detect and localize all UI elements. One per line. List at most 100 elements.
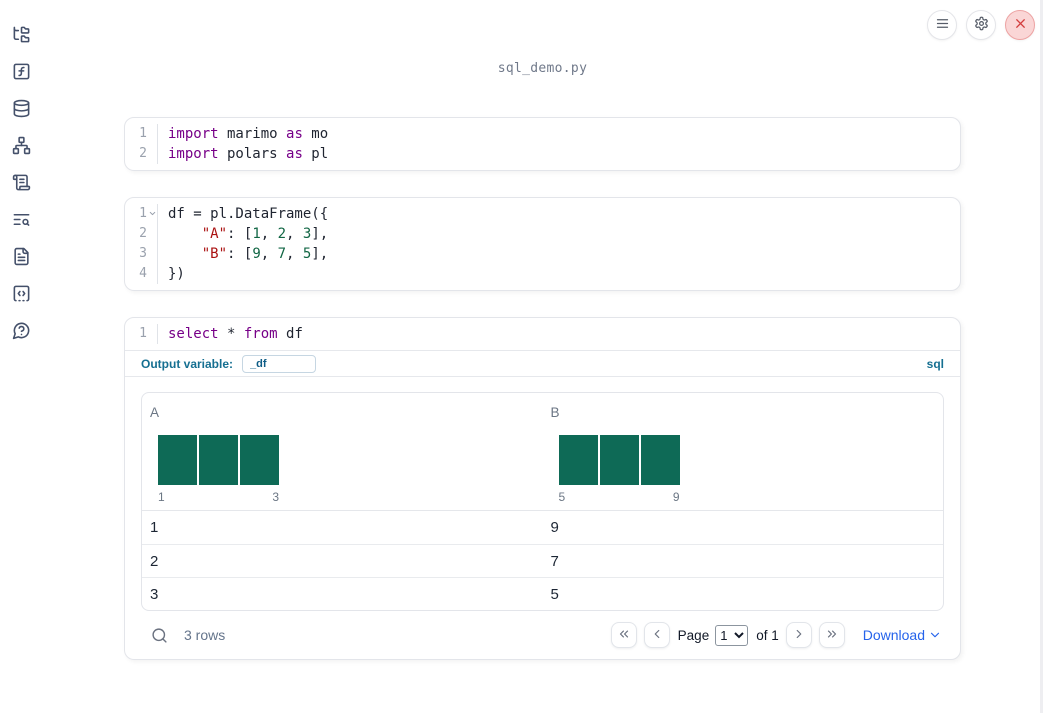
chevron-left-icon	[650, 627, 664, 644]
sidebar-item-data-sources[interactable]	[12, 98, 32, 118]
first-page-button[interactable]	[610, 622, 637, 648]
table-header: A13B59	[142, 393, 943, 511]
histogram-min-label: 1	[158, 490, 165, 504]
helper-panel-sidebar	[0, 0, 44, 713]
code-line: 2 import polars as pl	[125, 144, 960, 164]
next-page-button[interactable]	[785, 622, 812, 648]
sidebar-item-outline[interactable]	[12, 209, 32, 229]
database-icon	[12, 99, 32, 118]
histogram-min-label: 5	[558, 490, 566, 504]
dataframe-table: A13B59 192735	[141, 392, 944, 611]
table-cell: 3	[150, 586, 159, 603]
search-icon[interactable]	[151, 627, 168, 644]
sidebar-item-variables[interactable]	[12, 61, 32, 81]
table-row[interactable]: 35	[142, 577, 943, 610]
code-line: 3 "B": [9, 7, 5],	[125, 244, 960, 264]
sidebar-item-help[interactable]	[12, 320, 32, 340]
histogram-bar	[158, 435, 197, 485]
chevron-down-icon	[928, 626, 942, 645]
line-gutter: 3	[125, 244, 158, 264]
table-cell: 2	[150, 553, 159, 570]
output-variable-label: Output variable:	[141, 356, 234, 371]
column-name: A	[150, 405, 160, 420]
code-text: import polars as pl	[168, 146, 329, 162]
cell-output: A13B59 192735 3 rows Page 1 of 1 Downloa…	[125, 377, 960, 659]
line-gutter: 1	[125, 324, 158, 344]
language-badge: sql	[926, 356, 944, 371]
code-cell-imports: 1 import marimo as mo 2 import polars as pl	[124, 117, 961, 171]
sidebar-item-dependencies[interactable]	[12, 135, 32, 155]
notebook-filename: sql_demo.py	[497, 61, 588, 76]
code-square-icon	[12, 284, 32, 303]
scroll-text-icon	[12, 173, 32, 192]
table-body: 192735	[142, 511, 943, 610]
code-text: })	[168, 266, 185, 282]
column-name: B	[550, 405, 560, 420]
code-text: "A": [1, 2, 3],	[201, 226, 329, 242]
message-question-icon	[12, 321, 32, 340]
download-button[interactable]: Download	[863, 626, 942, 645]
column-histogram: 13	[158, 435, 279, 504]
sidebar-item-logs[interactable]	[12, 172, 32, 192]
table-cell: 1	[150, 519, 159, 536]
chevrons-right-icon	[825, 627, 839, 644]
table-footer: 3 rows Page 1 of 1 Download	[141, 619, 944, 651]
table-cell: 7	[550, 553, 559, 570]
page-total: of 1	[756, 627, 779, 643]
sql-cell-toolbar: Output variable: sql	[125, 351, 960, 377]
row-count: 3 rows	[184, 627, 226, 643]
prev-page-button[interactable]	[643, 622, 670, 648]
gear-icon	[974, 16, 989, 34]
notebook-menu-button[interactable]	[927, 10, 957, 40]
sidebar-item-documentation[interactable]	[12, 246, 32, 266]
hamburger-icon	[935, 16, 950, 34]
sql-editor[interactable]: 1 select * from df	[125, 318, 960, 351]
close-icon	[1013, 16, 1028, 34]
output-variable-input[interactable]	[242, 354, 317, 373]
histogram-max-label: 9	[672, 490, 680, 504]
network-graph-icon	[12, 136, 32, 155]
notebook-actions	[927, 10, 1035, 40]
column-header-A[interactable]: A13	[142, 393, 543, 511]
chevrons-left-icon	[617, 627, 631, 644]
histogram-max-label: 3	[272, 490, 279, 504]
code-editor[interactable]: 1 df = pl.DataFrame({2 "A": [1, 2, 3], 3 "…	[125, 198, 960, 290]
code-line: 1 df = pl.DataFrame({	[125, 204, 960, 224]
histogram-bar	[599, 435, 639, 485]
histogram-bar	[199, 435, 238, 485]
page-select[interactable]: 1	[715, 624, 749, 646]
histogram-bar	[240, 435, 279, 485]
download-label: Download	[862, 627, 925, 643]
line-gutter: 1	[125, 204, 158, 224]
marimo-notebook-app: sql_demo.py 1 import marimo as mo 2 import …	[0, 0, 1043, 713]
sidebar-item-snippets[interactable]	[12, 283, 32, 303]
line-gutter: 2	[125, 144, 158, 164]
line-gutter: 1	[125, 124, 158, 144]
last-page-button[interactable]	[818, 622, 845, 648]
page-label: Page	[677, 627, 710, 643]
column-header-B[interactable]: B 5 9	[542, 393, 943, 511]
table-cell: 9	[550, 519, 559, 536]
line-gutter: 2	[125, 224, 158, 244]
notebook-cells: 1 import marimo as mo 2 import polars as pl…	[124, 117, 961, 686]
settings-button[interactable]	[966, 10, 996, 40]
histogram-bar	[640, 435, 680, 485]
code-line: 1 import marimo as mo	[125, 124, 960, 144]
code-line: 1 select * from df	[125, 324, 960, 344]
function-square-icon	[12, 62, 32, 81]
code-text: import marimo as mo	[168, 126, 329, 142]
table-row[interactable]: 27	[142, 544, 943, 577]
code-text: df = pl.DataFrame({	[168, 206, 329, 222]
fold-chevron-icon[interactable]	[148, 209, 157, 218]
code-line: 4})	[125, 264, 960, 284]
code-editor[interactable]: 1 import marimo as mo 2 import polars as pl	[125, 118, 960, 170]
chevron-right-icon	[792, 627, 806, 644]
line-gutter: 4	[125, 264, 158, 284]
code-text: "B": [9, 7, 5],	[201, 246, 329, 262]
sidebar-item-files[interactable]	[12, 24, 32, 44]
table-row[interactable]: 19	[142, 511, 943, 544]
text-search-icon	[12, 210, 32, 229]
shutdown-button[interactable]	[1005, 10, 1035, 40]
code-text: select * from df	[168, 326, 303, 342]
code-line: 2 "A": [1, 2, 3],	[125, 224, 960, 244]
